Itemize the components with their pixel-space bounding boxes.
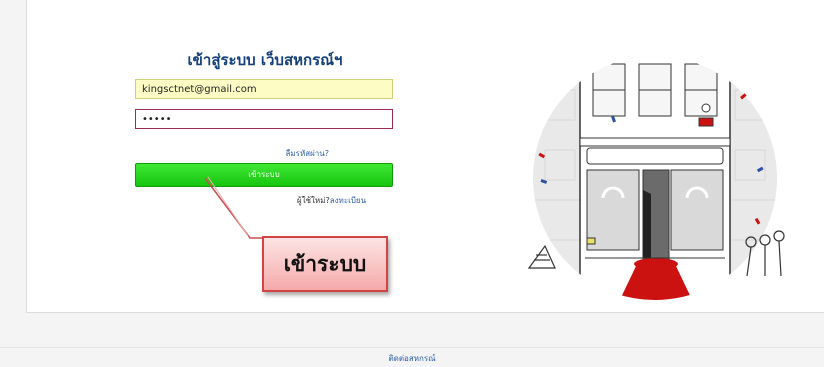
footer-divider [0, 347, 824, 348]
storefront-illustration [527, 56, 785, 300]
callout-box: เข้าระบบ [262, 236, 388, 292]
contact-link[interactable]: ติดต่อสหกรณ์ [0, 352, 824, 365]
